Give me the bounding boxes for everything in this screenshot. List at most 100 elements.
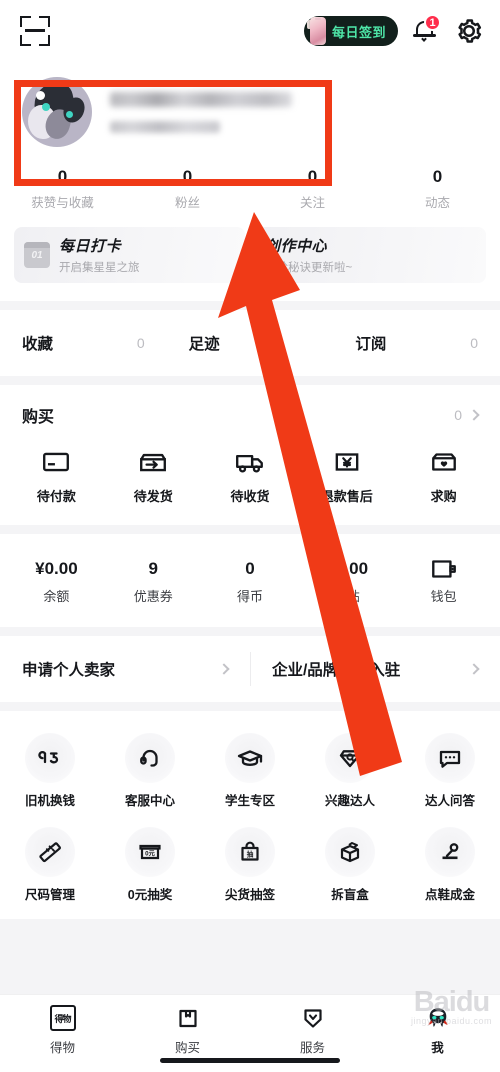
service-student-zone[interactable]: 学生专区 [200,725,300,819]
service-customer-support[interactable]: 客服中心 [100,725,200,819]
purchase-count: 0 [454,407,462,423]
notifications-button[interactable]: 1 [412,14,441,46]
service-interest-expert[interactable]: 兴趣达人 [300,725,400,819]
phone-trade-icon [25,733,75,783]
daily-signin-button[interactable]: 每日签到 [303,16,398,46]
nav-label: 服务 [299,1041,325,1055]
calendar-icon: 01 [24,242,50,268]
row-item-footprint[interactable]: 足迹 [167,332,334,354]
wallet-icon [395,556,492,582]
wallet-entry[interactable]: 钱包 [395,556,492,605]
service-hot-item-draw[interactable]: 抽 尖货抽签 [200,819,300,913]
wallet-coupons[interactable]: 9 优惠券 [105,556,202,605]
services-card: 旧机换钱 客服中心 学生专区 兴趣达人 达人问答 尺码管理 0元 0元抽奖 抽 … [0,711,500,919]
nav-tab-dewu[interactable]: 得物 得物 [0,1001,125,1056]
chevron-right-icon [468,409,480,421]
page-title: 购买 [22,409,55,426]
stat-activity[interactable]: 0 动态 [375,166,500,211]
dewu-logo-text: 得物 [49,1005,76,1031]
lottery-bag-icon: 抽 [225,827,275,877]
service-expert-qa[interactable]: 达人问答 [400,725,500,819]
service-label: 点鞋成金 [424,888,475,902]
apply-brand-merchant[interactable]: 企业/品牌商家入驻 [250,636,500,702]
service-free-lottery[interactable]: 0元 0元抽奖 [100,819,200,913]
wallet-value: 0 [245,559,255,578]
scan-code-icon[interactable] [20,16,50,46]
phone-prize-image [304,16,330,46]
zero-yuan-box-icon: 0元 [125,827,175,877]
order-status-pending-shipment[interactable]: 待发货 [105,445,202,505]
shoe-gold-icon [425,827,475,877]
nav-tab-me[interactable]: 我 [375,1001,500,1056]
service-label: 尖货抽签 [224,888,275,902]
profile-header[interactable] [0,62,500,162]
bag-heart-icon [395,445,492,479]
item-label: 收藏 [22,336,54,353]
graduation-cap-icon [225,733,275,783]
credit-card-icon [8,445,105,479]
order-status-wanted[interactable]: 求购 [395,445,492,505]
profile-identity [110,91,292,133]
card-title: 每日打卡 [59,238,122,255]
stat-likes-collections[interactable]: 0 获赞与收藏 [0,166,125,211]
collections-card: 收藏 0 足迹 订阅 0 [0,310,500,376]
avatar[interactable] [22,77,92,147]
wallet-card: ¥0.00 余额 9 优惠券 0 得币 ¥0.00 津贴 钱包 [0,534,500,627]
row-item-collections[interactable]: 收藏 0 [0,332,167,354]
stat-value: 0 [307,167,318,186]
daily-checkin-card[interactable]: 01 每日打卡 开启集星星之旅 [14,227,245,283]
daily-signin-label: 每日签到 [331,24,386,40]
settings-button[interactable] [454,16,484,46]
nav-tab-buy[interactable]: 购买 [125,1001,250,1056]
creator-center-card[interactable]: 创作中心 进阶秘诀更新啦~ [255,227,486,283]
wallet-balance[interactable]: ¥0.00 余额 [8,556,105,605]
item-label: 订阅 [355,336,387,353]
stat-followers[interactable]: 0 粉丝 [125,166,250,211]
service-label: 学生专区 [224,794,275,808]
bell-icon-clapper [421,36,427,42]
order-status-pending-receipt[interactable]: 待收货 [202,445,299,505]
svg-text:0元: 0元 [145,851,155,858]
nav-label: 得物 [49,1041,75,1055]
wallet-coins[interactable]: 0 得币 [202,556,299,605]
bottom-navigation: 得物 得物 购买 服务 我 [0,994,500,1072]
calendar-day: 01 [31,250,43,261]
profile-nickname-redacted [110,91,292,107]
card-subtitle: 开启集星星之旅 [59,262,140,274]
purchase-header[interactable]: 购买 0 [0,385,500,445]
shield-check-icon [250,1001,375,1035]
order-status-refund-aftersale[interactable]: 退款售后 [298,445,395,505]
order-status-pending-payment[interactable]: 待付款 [8,445,105,505]
wallet-value: ¥0.00 [325,559,369,578]
service-label: 达人问答 [424,794,475,808]
chat-bubble-icon [425,733,475,783]
order-status-grid: 待付款 待发货 待收货 退款售后 求购 [0,445,500,525]
stat-following[interactable]: 0 关注 [250,166,375,211]
truck-icon [202,445,299,479]
purchase-header-right: 0 [454,407,480,423]
gem-search-icon [325,733,375,783]
item-count: 0 [136,335,145,351]
apply-individual-seller[interactable]: 申请个人卖家 [0,636,250,702]
wallet-label: 余额 [43,589,70,604]
service-trade-in-phone[interactable]: 旧机换钱 [0,725,100,819]
wallet-subsidy[interactable]: ¥0.00 津贴 [298,556,395,605]
stat-value: 0 [432,167,443,186]
service-label: 旧机换钱 [24,794,75,808]
wallet-label: 得币 [236,589,263,604]
chevron-right-icon [218,663,230,675]
nav-tab-service[interactable]: 服务 [250,1001,375,1056]
wallet-value: 9 [148,559,158,578]
wallet-label: 津贴 [333,589,360,604]
home-indicator [160,1058,340,1063]
service-label: 拆盲盒 [331,888,369,902]
service-shoe-to-gold[interactable]: 点鞋成金 [400,819,500,913]
shopping-bag-icon [125,1001,250,1035]
service-mystery-box[interactable]: 拆盲盒 [300,819,400,913]
order-label: 退款售后 [320,489,373,504]
service-size-management[interactable]: 尺码管理 [0,819,100,913]
order-label: 待收货 [230,489,270,504]
row-item-subscriptions[interactable]: 订阅 0 [333,332,500,354]
app-screen: 每日签到 1 0 获赞与收藏 0 粉丝 0 关注 0 动态 01 每日打卡 开启… [0,0,500,1072]
order-label: 待付款 [36,489,76,504]
